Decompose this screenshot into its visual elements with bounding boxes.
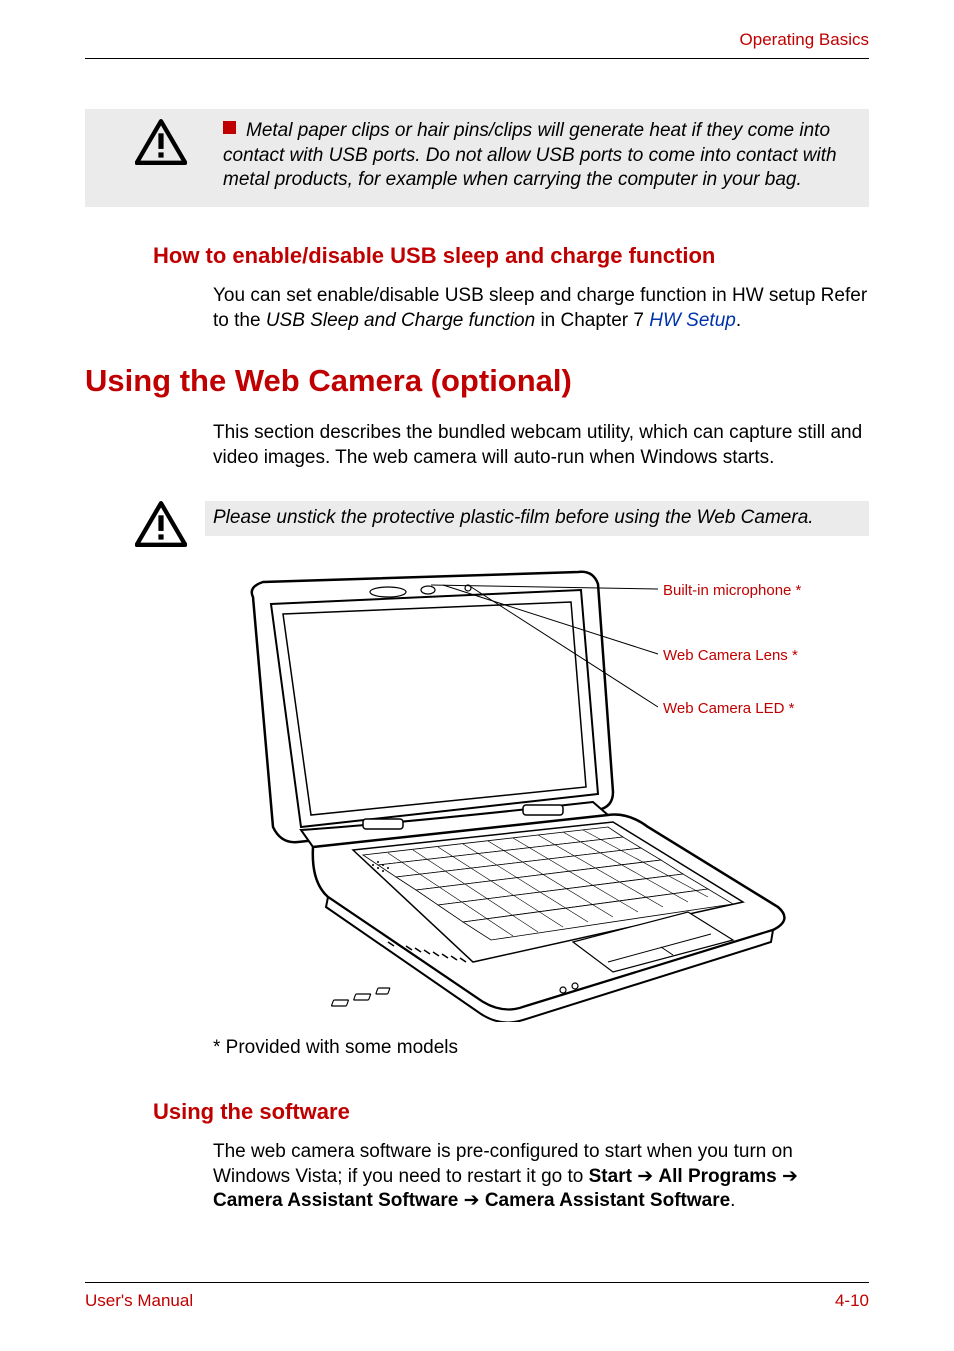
laptop-diagram: Built-in microphone * Web Camera Lens * … [213, 562, 869, 1022]
warning-icon [85, 119, 187, 170]
callout-microphone: Built-in microphone * [663, 582, 801, 599]
footer-rule [85, 1282, 869, 1283]
page-footer: User's Manual 4-10 [85, 1282, 869, 1311]
header-rule [85, 58, 869, 59]
warning-box-film: Please unstick the protective plastic-fi… [85, 501, 869, 552]
bullet-icon [223, 121, 236, 134]
warning-text-usb: Metal paper clips or hair pins/clips wil… [205, 119, 857, 193]
warning-icon [85, 501, 187, 552]
header-section-title: Operating Basics [85, 30, 869, 50]
heading-webcam: Using the Web Camera (optional) [85, 363, 869, 399]
heading-software: Using the software [153, 1099, 869, 1125]
body-webcam-intro: This section describes the bundled webca… [213, 421, 869, 470]
heading-usb-sleep: How to enable/disable USB sleep and char… [153, 243, 869, 269]
body-usb-sleep: You can set enable/disable USB sleep and… [213, 284, 869, 333]
body-software: The web camera software is pre-configure… [213, 1140, 869, 1214]
warning-text-film: Please unstick the protective plastic-fi… [205, 501, 869, 536]
callout-led: Web Camera LED * [663, 700, 794, 717]
link-hw-setup[interactable]: HW Setup [649, 310, 736, 331]
footer-page-number: 4-10 [835, 1291, 869, 1311]
diagram-footnote: * Provided with some models [213, 1037, 869, 1059]
footer-manual-label: User's Manual [85, 1291, 193, 1311]
warning-box-usb: Metal paper clips or hair pins/clips wil… [85, 109, 869, 207]
laptop-illustration [213, 562, 873, 1022]
callout-lens: Web Camera Lens * [663, 647, 798, 664]
